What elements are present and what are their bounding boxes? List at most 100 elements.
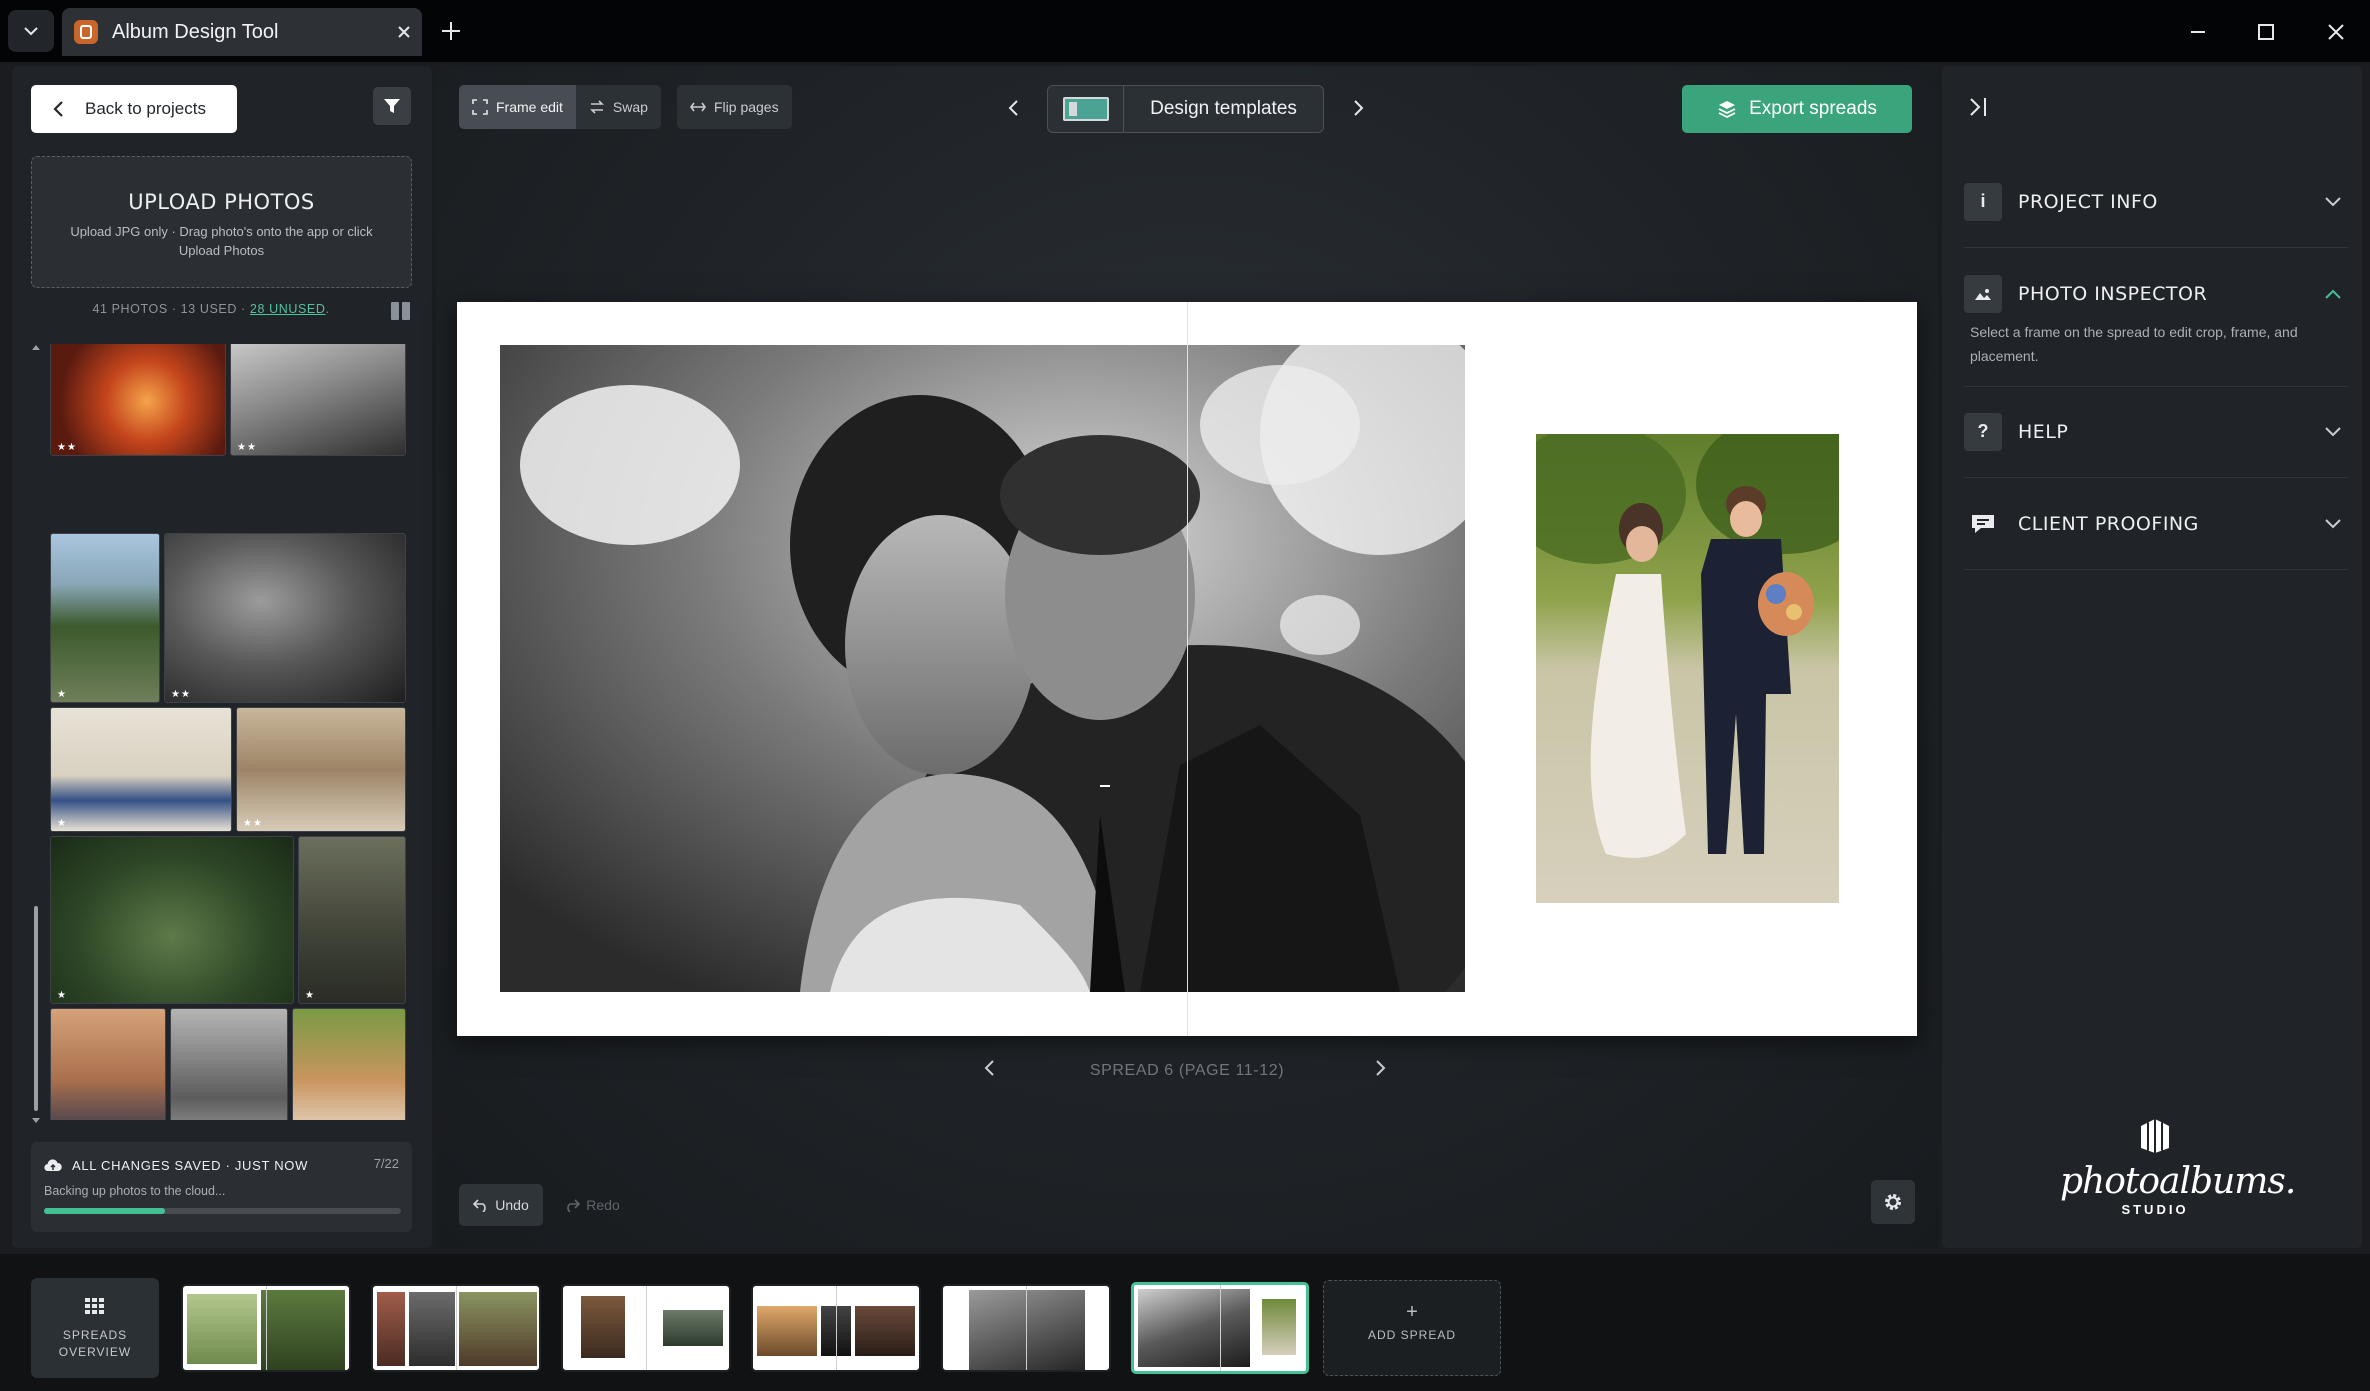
swap-label: Swap — [612, 99, 648, 115]
thumb-photo — [1262, 1299, 1296, 1355]
thumb-gutter — [456, 1286, 457, 1370]
stats-text: 41 PHOTOS · 13 USED · — [92, 302, 250, 316]
thumb-photo — [757, 1306, 817, 1356]
help-section[interactable]: ? HELP — [1964, 386, 2348, 478]
project-info-label: PROJECT INFO — [2018, 190, 2158, 213]
next-spread-button[interactable] — [1364, 1052, 1396, 1084]
unused-filter-link[interactable]: 28 UNUSED — [250, 302, 326, 316]
photo-grid: ★★ ★★ ★ ★★ ★ ★★ ★ ★ ★ ★ — [50, 344, 422, 1120]
swap-button[interactable]: Swap — [576, 85, 661, 129]
gear-icon — [1885, 1194, 1901, 1210]
photo-list-scrollbar[interactable] — [32, 345, 40, 1123]
thumb-gutter — [1220, 1285, 1221, 1371]
close-icon — [2328, 24, 2344, 40]
tab-menu-button[interactable] — [8, 10, 54, 52]
new-tab-button[interactable] — [432, 12, 470, 50]
spread-gutter — [1187, 302, 1188, 1036]
design-templates-button[interactable]: Design templates — [1047, 85, 1324, 133]
photo-thumbnail[interactable]: ★ — [50, 533, 160, 703]
client-proofing-section[interactable]: CLIENT PROOFING — [1964, 478, 2348, 570]
export-label: Export spreads — [1749, 98, 1877, 119]
tab-title: Album Design Tool — [112, 20, 279, 43]
undo-button[interactable]: Undo — [459, 1184, 543, 1226]
grid-view-toggle[interactable] — [391, 302, 413, 322]
photo-thumbnail[interactable]: ★ — [170, 1008, 288, 1120]
side-photo-frame[interactable] — [1536, 434, 1839, 903]
project-info-section[interactable]: i PROJECT INFO — [1964, 156, 2348, 248]
photo-thumbnail[interactable]: ★ — [50, 707, 232, 832]
title-bar: Album Design Tool — [0, 0, 2370, 62]
export-spreads-button[interactable]: Export spreads — [1682, 85, 1912, 133]
redo-button[interactable]: Redo — [553, 1184, 631, 1226]
photo-thumbnail[interactable]: ★★ — [230, 344, 406, 456]
thumb-gutter — [1026, 1286, 1027, 1370]
upload-photos-dropzone[interactable]: UPLOAD PHOTOS Upload JPG only · Drag pho… — [31, 156, 412, 288]
photo-thumbnail[interactable]: ★★ — [236, 707, 406, 832]
collapse-panel-button[interactable] — [1964, 92, 1994, 122]
scrollbar-thumb[interactable] — [34, 906, 38, 1111]
photo-thumbnail[interactable]: ★ — [298, 836, 406, 1004]
image-icon — [1964, 275, 2002, 313]
photo-thumbnail[interactable]: ★ — [50, 836, 294, 1004]
thumb-gutter — [646, 1286, 647, 1370]
prev-template-button[interactable] — [998, 92, 1030, 124]
collapse-right-icon — [1970, 98, 1986, 116]
redo-icon — [567, 1199, 581, 1212]
chevron-right-icon — [1354, 100, 1364, 116]
chevron-down-icon — [2318, 417, 2348, 447]
brand-name: photoalbums. — [2060, 1161, 2296, 1202]
chevron-up-icon — [2318, 279, 2348, 309]
thumb-gutter — [836, 1286, 837, 1370]
back-label: Back to projects — [85, 99, 206, 118]
photo-inspector-label: PHOTO INSPECTOR — [2018, 283, 2208, 305]
rating-stars-icon: ★ — [57, 818, 67, 829]
chevron-down-icon — [24, 27, 38, 36]
scroll-down-icon — [32, 1118, 40, 1123]
close-window-button[interactable] — [2314, 12, 2358, 52]
main-photo-frame[interactable] — [500, 345, 1465, 992]
spread-thumbnail-5[interactable] — [941, 1284, 1111, 1372]
photo-thumbnail[interactable]: ★★ — [164, 533, 406, 703]
couple-portrait-bw-image — [500, 345, 1465, 992]
client-proofing-label: CLIENT PROOFING — [2018, 512, 2199, 535]
filter-button[interactable] — [373, 87, 411, 125]
spreads-overview-button[interactable]: SPREADS OVERVIEW — [31, 1278, 159, 1378]
swap-icon — [589, 100, 604, 114]
spread-thumbnail-1[interactable] — [181, 1284, 351, 1372]
rating-stars-icon: ★ — [57, 689, 67, 700]
frame-edit-button[interactable]: Frame edit — [459, 85, 576, 129]
spread-thumbnail-3[interactable] — [561, 1284, 731, 1372]
frame-icon — [472, 99, 488, 115]
photo-thumbnail[interactable]: ★ — [50, 1008, 166, 1120]
back-to-projects-button[interactable]: Back to projects — [31, 85, 237, 133]
canvas-settings-button[interactable] — [1871, 1180, 1915, 1224]
photo-thumbnail[interactable]: ★ — [292, 1008, 406, 1120]
browser-tab[interactable]: Album Design Tool — [62, 8, 422, 56]
spread-thumbnail-2[interactable] — [371, 1284, 541, 1372]
next-template-button[interactable] — [1342, 92, 1374, 124]
maximize-button[interactable] — [2244, 12, 2288, 52]
design-templates-label: Design templates — [1150, 98, 1297, 119]
grid-icon — [85, 1298, 104, 1314]
inspector-panel: i PROJECT INFO PHOTO INSPECTOR Select a … — [1942, 66, 2362, 1248]
flip-pages-button[interactable]: Flip pages — [677, 85, 792, 129]
add-spread-button[interactable]: + ADD SPREAD — [1323, 1280, 1501, 1376]
spread-indicator: SPREAD 6 (PAGE 11-12) — [1089, 1062, 1285, 1079]
close-tab-button[interactable] — [386, 14, 422, 50]
backup-status-text: Backing up photos to the cloud... — [44, 1184, 226, 1198]
brand-subtitle: STUDIO — [2121, 1202, 2189, 1217]
brand-logo: photoalbums. STUDIO — [2060, 1116, 2296, 1217]
undo-icon — [473, 1199, 486, 1212]
stats-suffix: . — [325, 302, 330, 316]
filter-icon — [384, 99, 400, 113]
spread-thumbnail-6[interactable] — [1131, 1282, 1309, 1374]
minimize-button[interactable] — [2176, 12, 2220, 52]
photo-library-panel: Back to projects UPLOAD PHOTOS Upload JP… — [12, 66, 432, 1248]
plus-icon — [442, 22, 460, 40]
backup-progress-fill — [44, 1208, 166, 1214]
spread-thumbnail-4[interactable] — [751, 1284, 921, 1372]
photo-thumbnail[interactable]: ★★ — [50, 344, 226, 456]
frame-edit-label: Frame edit — [496, 99, 563, 115]
undo-label: Undo — [495, 1197, 529, 1213]
thumb-photo — [261, 1290, 345, 1370]
